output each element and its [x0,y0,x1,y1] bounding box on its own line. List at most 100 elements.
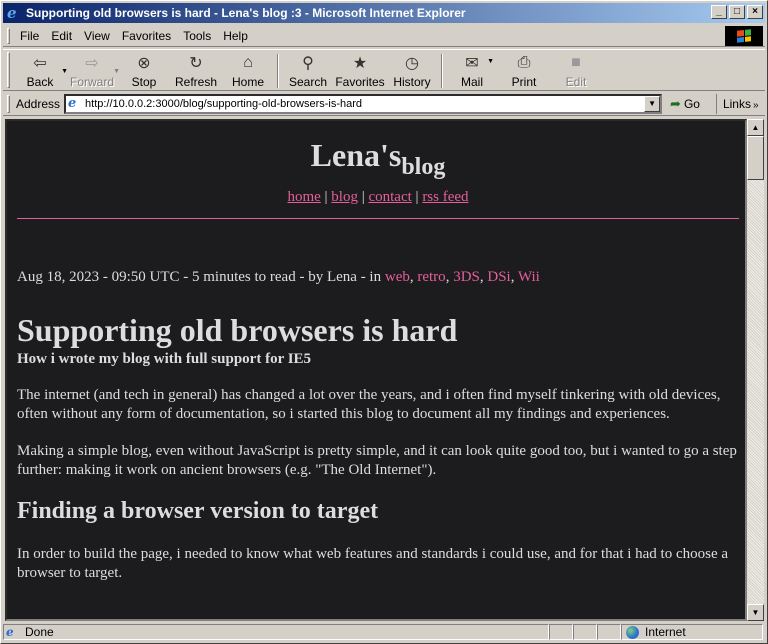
site-title-main: Lena's [310,137,402,173]
links-button[interactable]: Links» [715,93,759,114]
section-heading: Finding a browser version to target [17,498,379,524]
post-paragraph: Making a simple blog, even without JavaS… [17,443,737,478]
nav-contact-link[interactable]: contact [368,189,411,205]
menu-grip[interactable] [7,27,10,44]
nav-rss-link[interactable]: rss feed [422,189,468,205]
forward-arrow-icon: ⇨ [85,55,99,72]
print-button[interactable]: ⎙ Print [498,50,550,90]
post-paragraph: The internet (and tech in general) has c… [17,387,721,422]
search-button[interactable]: ⚲ Search [282,50,334,90]
toolbar-grip[interactable] [7,52,10,88]
post-subtitle: How i wrote my blog with full support fo… [17,351,312,367]
toolbar-separator [277,54,279,88]
back-button[interactable]: ⇦ Back ▼ [14,50,68,90]
home-icon: ⌂ [243,54,253,71]
back-label: Back [26,75,54,89]
windows-logo-icon [725,26,763,46]
stop-button[interactable]: ⊗ Stop [118,50,170,90]
address-dropdown-button[interactable]: ▼ [644,95,661,112]
search-icon: ⚲ [302,55,314,72]
home-label: Home [231,75,264,89]
print-icon: ⎙ [517,54,531,71]
header-divider [17,218,739,219]
favorites-icon: ★ [352,55,368,72]
print-label: Print [511,75,537,89]
page-viewport[interactable]: Lena'sblog home | blog | contact | rss f… [5,119,747,621]
mail-dropdown-icon[interactable]: ▼ [487,58,494,65]
tag-link-retro[interactable]: retro [417,269,445,285]
mail-icon: ✉ [465,55,479,72]
address-field[interactable]: e ▼ [64,93,663,114]
status-panel [573,624,597,640]
nav-blog-link[interactable]: blog [331,189,358,205]
site-nav: home | blog | contact | rss feed [287,189,469,205]
go-label: Go [683,96,700,111]
menu-favorites[interactable]: Favorites [116,27,177,45]
zone-text: Internet [645,625,686,639]
status-panel [597,624,621,640]
refresh-icon: ↻ [189,55,203,72]
tag-link-wii[interactable]: Wii [518,269,540,285]
scroll-down-button[interactable]: ▼ [747,604,764,621]
search-label: Search [288,75,328,89]
stop-icon: ⊗ [137,55,151,72]
go-button[interactable]: ➦ Go [670,96,700,112]
mail-button[interactable]: ✉ Mail ▼ [446,50,498,90]
history-icon: ◷ [405,55,419,72]
history-label: History [393,75,431,89]
maximize-button[interactable]: □ [729,5,745,19]
menu-help[interactable]: Help [217,27,254,45]
menu-tools[interactable]: Tools [177,27,217,45]
address-bar: Address e ▼ ➦ Go Links» [3,92,765,116]
page-done-icon: e [6,625,14,639]
title-bar[interactable]: e Supporting old browsers is hard - Lena… [3,3,765,23]
tag-link-dsi[interactable]: DSi [487,269,510,285]
post-meta-text: Aug 18, 2023 - 09:50 UTC - 5 minutes to … [17,269,385,285]
status-text: Done [25,625,54,639]
status-bar: e Done Internet [3,623,765,641]
nav-home-link[interactable]: home [287,189,320,205]
window-controls: _ □ × [709,5,763,19]
status-panel [549,624,573,640]
stop-label: Stop [131,75,157,89]
menu-edit[interactable]: Edit [45,27,78,45]
minimize-button[interactable]: _ [711,5,727,19]
refresh-button[interactable]: ↻ Refresh [170,50,222,90]
menu-bar: File Edit View Favorites Tools Help [3,25,765,47]
site-title: Lena'sblog [17,137,739,181]
internet-globe-icon [626,625,639,639]
forward-button[interactable]: ⇨ Forward ▼ [66,50,120,90]
menu-file[interactable]: File [14,27,45,45]
history-button[interactable]: ◷ History [386,50,438,90]
refresh-label: Refresh [174,75,218,89]
go-arrow-icon: ➦ [670,95,681,111]
favorites-label: Favorites [335,75,385,89]
edit-button[interactable]: ■ Edit [550,50,602,90]
edit-icon: ■ [571,54,581,71]
post-paragraph: In order to build the page, i needed to … [17,546,729,581]
favorites-button[interactable]: ★ Favorites [334,50,386,90]
tag-link-web[interactable]: web [385,269,410,285]
forward-label: Forward [69,75,114,89]
page-icon: e [68,95,77,111]
toolbar-separator [441,54,443,88]
post-meta: Aug 18, 2023 - 09:50 UTC - 5 minutes to … [17,269,540,285]
home-button[interactable]: ⌂ Home [222,50,274,90]
site-title-sub: blog [401,154,446,180]
address-input[interactable] [85,97,646,110]
ie-window: e Supporting old browsers is hard - Lena… [0,0,768,644]
links-label: Links [722,96,751,111]
address-label: Address [16,96,61,111]
scroll-thumb[interactable] [747,136,764,180]
post-title: Supporting old browsers is hard [17,312,458,348]
close-button[interactable]: × [747,5,763,19]
back-arrow-icon: ⇦ [33,55,47,72]
tag-link-3ds[interactable]: 3DS [453,269,480,285]
mail-label: Mail [460,75,483,89]
vertical-scrollbar[interactable]: ▲ ▼ [747,119,764,621]
menu-view[interactable]: View [78,27,116,45]
status-main-panel: e Done [3,624,549,640]
address-grip[interactable] [7,94,10,113]
scroll-up-button[interactable]: ▲ [747,119,764,136]
standard-toolbar: ⇦ Back ▼ ⇨ Forward ▼ ⊗ Stop ↻ Refresh ⌂ … [3,49,765,91]
